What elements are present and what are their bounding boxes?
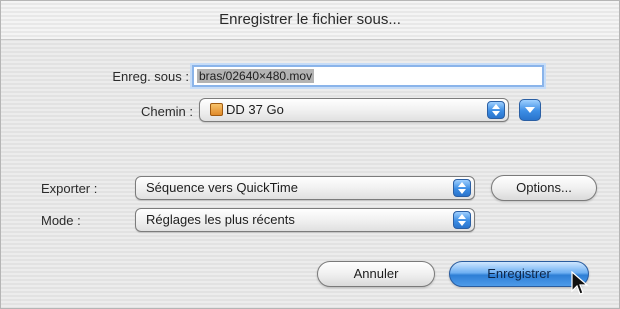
popup-stepper-icon: [487, 101, 505, 119]
options-button[interactable]: Options...: [491, 175, 597, 201]
hard-drive-icon: [210, 103, 223, 116]
export-popup[interactable]: Séquence vers QuickTime: [135, 176, 475, 200]
save-as-value: bras/02640×480.mov: [197, 69, 315, 83]
save-dialog: Enregistrer le fichier sous... Enreg. so…: [0, 0, 620, 309]
expand-button[interactable]: [519, 99, 541, 121]
export-label: Exporter :: [41, 181, 98, 196]
save-as-field[interactable]: bras/02640×480.mov: [192, 65, 544, 87]
popup-stepper-icon: [453, 211, 471, 229]
mode-popup[interactable]: Réglages les plus récents: [135, 208, 475, 232]
path-popup[interactable]: DD 37 Go: [199, 98, 509, 122]
cancel-button[interactable]: Annuler: [317, 261, 435, 287]
path-label: Chemin :: [140, 104, 193, 119]
path-value: DD 37 Go: [226, 102, 284, 117]
save-as-label: Enreg. sous :: [112, 69, 189, 84]
arrow-cursor-icon: [571, 271, 589, 295]
mode-value: Réglages les plus récents: [146, 212, 295, 227]
export-value: Séquence vers QuickTime: [146, 180, 298, 195]
mode-label: Mode :: [41, 213, 81, 228]
dialog-title: Enregistrer le fichier sous...: [1, 1, 619, 40]
save-button[interactable]: Enregistrer: [449, 261, 589, 287]
popup-stepper-icon: [453, 179, 471, 197]
